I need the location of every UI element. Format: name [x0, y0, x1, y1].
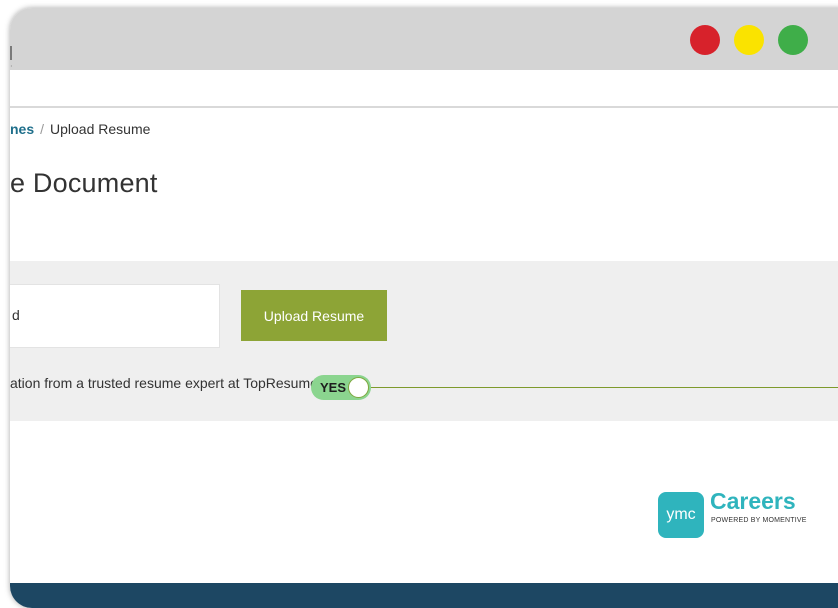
ymc-logo-mark: ymc	[658, 492, 704, 538]
breadcrumb-current: Upload Resume	[50, 121, 151, 137]
evaluation-option-label: ation from a trusted resume expert at To…	[10, 375, 318, 391]
title-bar: :	[10, 8, 838, 74]
close-window-button[interactable]	[690, 25, 720, 55]
titlebar-divider	[10, 46, 12, 60]
toggle-knob[interactable]	[348, 377, 369, 398]
logo-wordmark: Careers	[710, 488, 796, 514]
breadcrumb-separator: /	[40, 121, 45, 137]
maximize-window-button[interactable]	[778, 25, 808, 55]
toggle-state-label: YES	[320, 380, 347, 395]
toggle-connector-line	[371, 387, 838, 388]
ymc-careers-logo: ymc Careers POWERED BY MOMENTIVE	[658, 488, 828, 540]
evaluation-toggle[interactable]: YES	[311, 375, 371, 400]
logo-tagline: POWERED BY MOMENTIVE	[711, 517, 807, 524]
breadcrumb-link[interactable]: nes	[10, 121, 34, 137]
breadcrumb: nes / Upload Resume	[10, 121, 150, 137]
site-header	[10, 70, 838, 108]
page-title: e Document	[10, 168, 158, 198]
file-input-value: d	[12, 307, 20, 323]
upload-panel: d Upload Resume ation from a trusted res…	[10, 261, 838, 421]
minimize-window-button[interactable]	[734, 25, 764, 55]
upload-resume-button[interactable]: Upload Resume	[241, 290, 387, 341]
file-input[interactable]: d	[10, 284, 220, 348]
